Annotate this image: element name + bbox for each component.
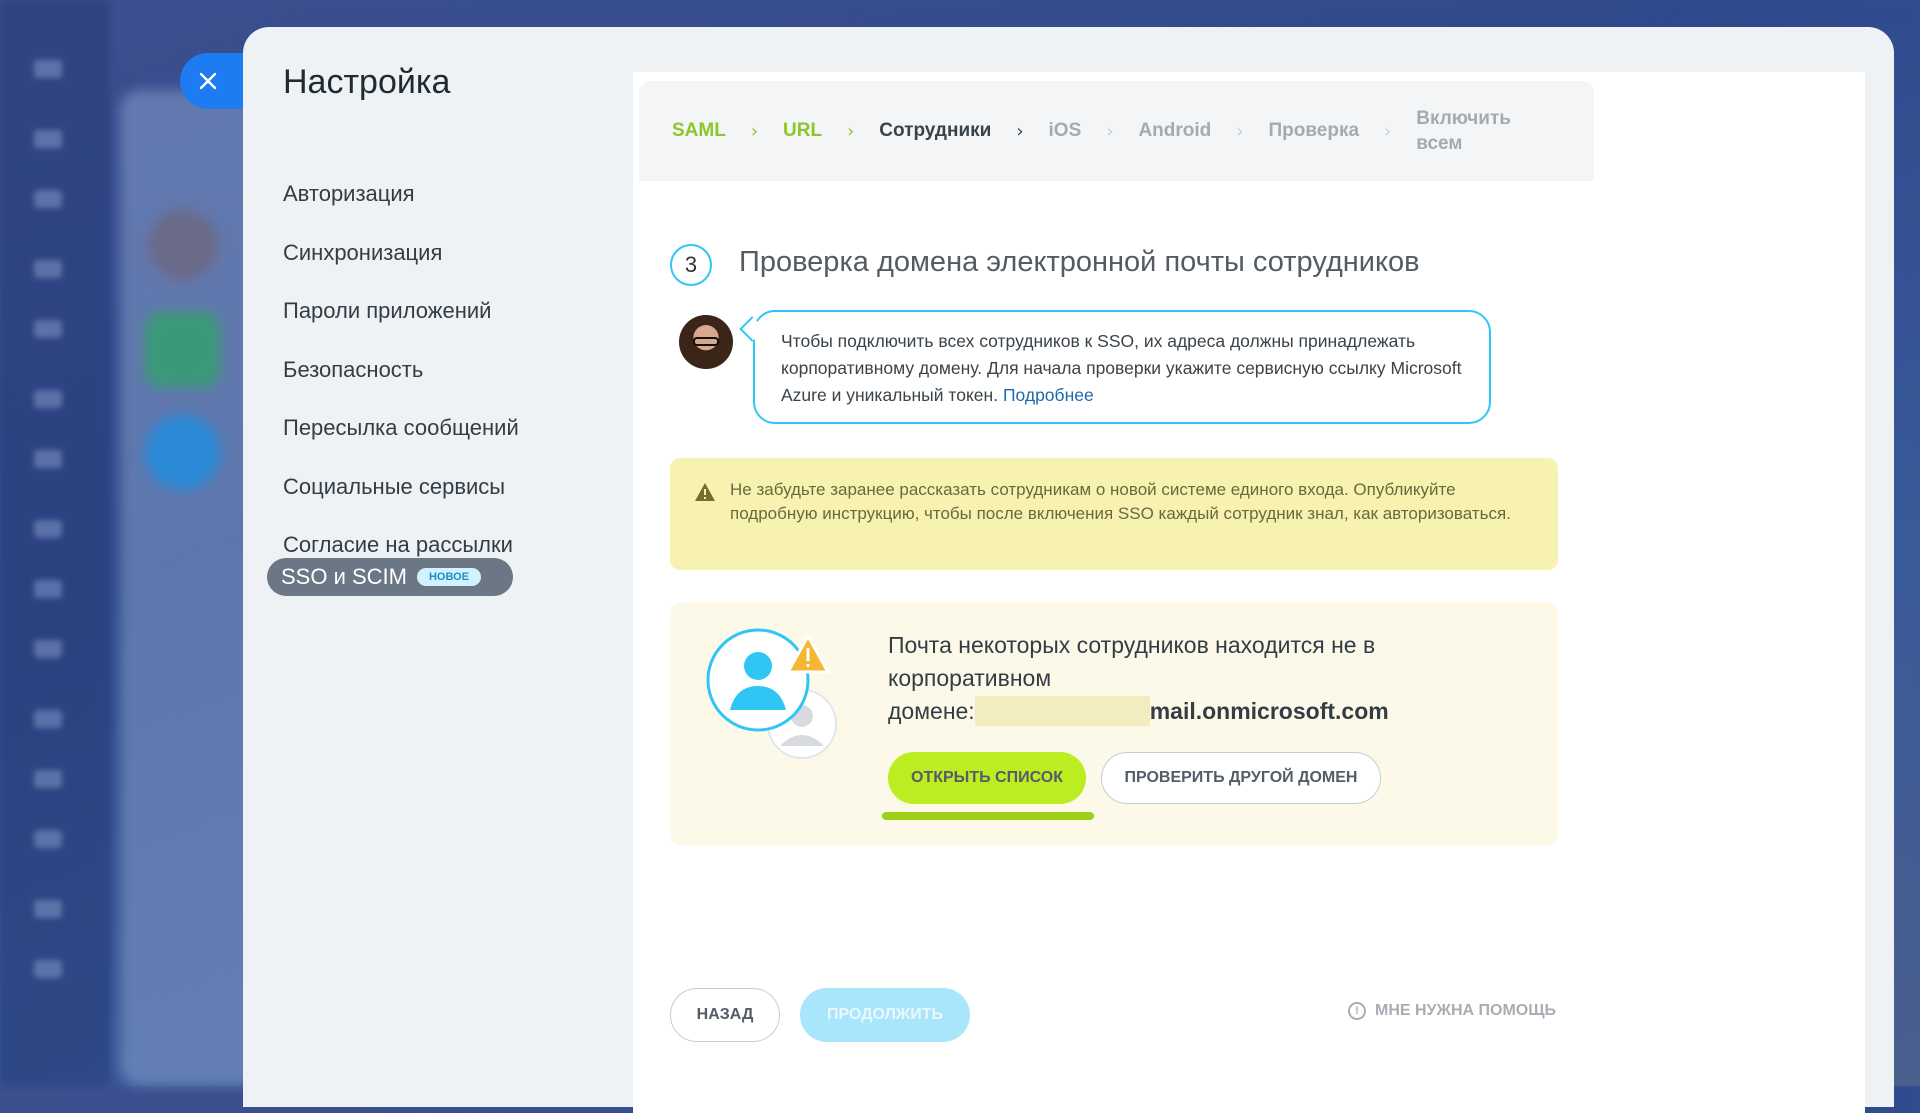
settings-modal: Настройка Авторизация Синхронизация Паро… — [243, 27, 1894, 1113]
chevron-right-icon: › — [1236, 120, 1244, 142]
redacted-block — [974, 696, 1150, 726]
domain-notice: Почта некоторых сотрудников находится не… — [670, 602, 1558, 846]
help-label: МНЕ НУЖНА ПОМОЩЬ — [1375, 1002, 1557, 1019]
section-title: Проверка домена электронной почты сотруд… — [739, 246, 1420, 278]
highlight-underline — [882, 812, 1094, 820]
step-url[interactable]: URL — [783, 120, 822, 142]
step-saml[interactable]: SAML — [672, 120, 726, 142]
step-android: Android — [1138, 120, 1212, 141]
menu-item-sso-scim[interactable]: SSO и SCIM НОВОЕ — [267, 558, 513, 596]
info-text: Чтобы подключить всех сотрудников к SSO,… — [781, 331, 1462, 405]
background-sidebar — [0, 0, 110, 1086]
warning-icon — [695, 483, 715, 501]
notice-line: Почта некоторых сотрудников находится не… — [888, 632, 1376, 691]
main-content: SAML › URL › Сотрудники › iOS › Android … — [633, 72, 1865, 1113]
notice-text: Почта некоторых сотрудников находится не… — [888, 629, 1428, 728]
continue-button[interactable]: ПРОДОЛЖИТЬ — [800, 988, 970, 1042]
warning-alert: Не забудьте заранее рассказать сотрудник… — [670, 458, 1558, 570]
step-number: 3 — [670, 244, 712, 286]
back-button[interactable]: НАЗАД — [670, 988, 780, 1042]
step-enable-all: Включить всем — [1416, 108, 1511, 154]
chevron-right-icon: › — [1106, 120, 1114, 142]
menu-item-auth[interactable]: Авторизация — [283, 165, 519, 224]
menu-item-app-passwords[interactable]: Пароли приложений — [283, 282, 519, 341]
new-badge: НОВОЕ — [416, 568, 482, 586]
more-link[interactable]: Подробнее — [1003, 385, 1094, 405]
open-list-button[interactable]: ОТКРЫТЬ СПИСОК — [888, 752, 1086, 804]
menu-item-sync[interactable]: Синхронизация — [283, 224, 519, 283]
help-link[interactable]: ! МНЕ НУЖНА ПОМОЩЬ — [1348, 1002, 1556, 1020]
steps-bar: SAML › URL › Сотрудники › iOS › Android … — [639, 81, 1594, 181]
step-check: Проверка — [1268, 120, 1360, 141]
settings-menu: Авторизация Синхронизация Пароли приложе… — [283, 165, 519, 575]
menu-item-social-services[interactable]: Социальные сервисы — [283, 458, 519, 517]
chevron-right-icon: › — [750, 120, 759, 142]
notice-prefix: домене: — [888, 698, 975, 724]
domain-name: mail.onmicrosoft.com — [1149, 698, 1389, 724]
chevron-right-icon: › — [1016, 120, 1024, 142]
info-bubble: Чтобы подключить всех сотрудников к SSO,… — [753, 310, 1491, 424]
warning-text: Не забудьте заранее рассказать сотрудник… — [730, 480, 1511, 523]
menu-item-security[interactable]: Безопасность — [283, 341, 519, 400]
background-blob — [148, 210, 218, 280]
background-blob — [145, 415, 220, 490]
avatar — [679, 315, 733, 369]
step-employees[interactable]: Сотрудники — [879, 120, 991, 142]
modal-title: Настройка — [283, 63, 451, 101]
background-blob — [145, 312, 220, 387]
check-other-domain-button[interactable]: ПРОВЕРИТЬ ДРУГОЙ ДОМЕН — [1101, 752, 1381, 804]
chevron-right-icon: › — [1384, 120, 1392, 142]
users-warning-icon — [706, 628, 837, 759]
chevron-right-icon: › — [847, 120, 855, 142]
menu-item-label: SSO и SCIM — [281, 564, 407, 589]
close-icon — [199, 72, 217, 90]
menu-item-message-forwarding[interactable]: Пересылка сообщений — [283, 399, 519, 458]
step-ios: iOS — [1048, 120, 1082, 141]
exclamation-icon: ! — [1348, 1002, 1366, 1020]
